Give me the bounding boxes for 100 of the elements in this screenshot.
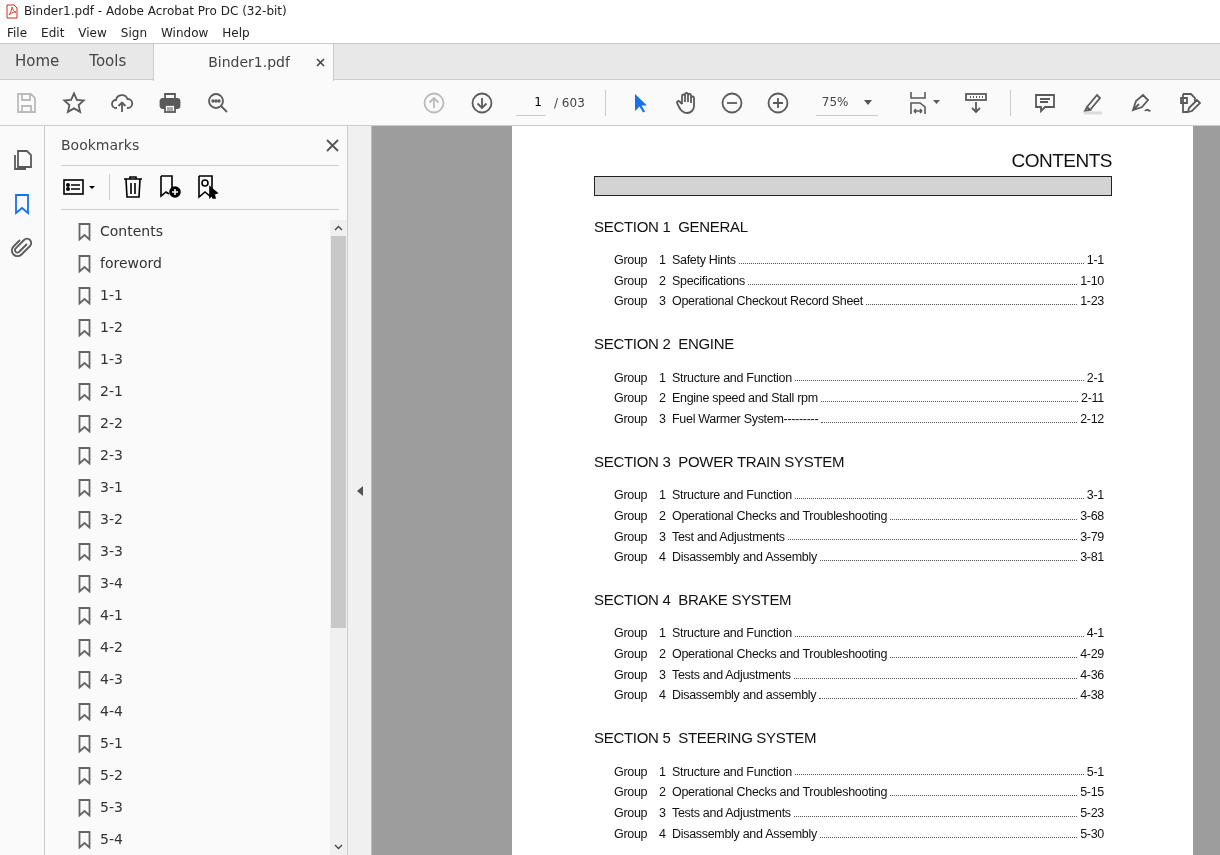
group-number: 3 xyxy=(659,805,667,822)
collapse-icon[interactable] xyxy=(356,485,363,496)
bookmark-icon xyxy=(78,574,91,593)
section-heading: SECTION 4 BRAKE SYSTEM xyxy=(594,589,793,610)
bookmark-item[interactable]: 2-2 xyxy=(45,407,330,440)
bookmark-icon xyxy=(78,638,91,657)
scrollbar-thumb[interactable] xyxy=(331,235,346,628)
window-title: Binder1.pdf - Adobe Acrobat Pro DC (32-bit) xyxy=(24,3,287,20)
section-heading: SECTION 1 GENERAL xyxy=(594,216,749,237)
bookmark-item[interactable]: 1-2 xyxy=(45,311,330,344)
menu-item[interactable]: Sign xyxy=(120,23,147,42)
save-icon xyxy=(14,90,38,115)
group-number: 2 xyxy=(659,784,667,802)
bookmark-icon xyxy=(78,702,91,721)
page-reference: 3-1 xyxy=(1086,487,1104,505)
bookmark-icon xyxy=(78,510,91,529)
bookmark-icon xyxy=(78,446,91,465)
group-number: 2 xyxy=(659,390,667,408)
bookmark-item[interactable]: 2-1 xyxy=(45,375,330,408)
group-label: Group xyxy=(614,687,649,705)
group-title: Specifications xyxy=(672,272,745,290)
bookmark-item[interactable]: Contents xyxy=(45,215,330,248)
group-number: 4 xyxy=(659,687,667,705)
bookmark-icon xyxy=(78,542,91,561)
group-number: 4 xyxy=(659,825,667,843)
page-number-field[interactable]: 1 xyxy=(516,89,546,116)
page-reference: 3-68 xyxy=(1080,507,1104,525)
group-label: Group xyxy=(614,784,649,802)
group-label: Group xyxy=(614,528,649,546)
bookmark-item[interactable]: 4-4 xyxy=(45,695,330,728)
group-title: Structure and Function xyxy=(672,625,792,643)
close-icon[interactable] xyxy=(316,58,326,67)
bookmark-icon xyxy=(78,670,91,689)
group-label: Group xyxy=(614,272,649,290)
arrow-down-icon xyxy=(470,90,494,115)
group-label: Group xyxy=(614,410,649,428)
scroll-mode-icon xyxy=(963,90,988,115)
page-reference: 1-1 xyxy=(1086,252,1104,269)
bookmark-item[interactable]: 1-1 xyxy=(45,279,330,312)
group-number: 1 xyxy=(659,625,667,643)
bookmark-item[interactable]: 3-1 xyxy=(45,471,330,504)
group-title: Operational Checks and Troubleshooting xyxy=(672,507,888,525)
menu-item[interactable]: View xyxy=(78,23,107,42)
paperclip-icon xyxy=(10,236,34,260)
caret-icon xyxy=(863,99,872,105)
search-icon xyxy=(206,90,230,115)
star-icon xyxy=(62,90,86,115)
bookmark-item[interactable]: 4-1 xyxy=(45,599,330,632)
group-label: Group xyxy=(614,805,649,822)
page-heading: CONTENTS xyxy=(1010,149,1112,173)
scroll-down-icon[interactable] xyxy=(334,844,343,850)
page-reference: 5-15 xyxy=(1080,784,1104,802)
page-reference: 5-30 xyxy=(1080,825,1104,843)
page-reference: 3-79 xyxy=(1080,528,1104,546)
bookmark-item[interactable]: 3-4 xyxy=(45,567,330,600)
bookmark-item[interactable]: 4-2 xyxy=(45,631,330,664)
bookmark-item[interactable]: 5-1 xyxy=(45,727,330,760)
bookmark-item[interactable]: 4-3 xyxy=(45,663,330,696)
scroll-up-icon[interactable] xyxy=(334,224,343,231)
bookmark-item[interactable]: 5-3 xyxy=(45,791,330,824)
group-number: 1 xyxy=(659,487,667,505)
tab-label: Binder1.pdf xyxy=(208,53,290,72)
group-label: Group xyxy=(614,390,649,408)
menu-item[interactable]: Window xyxy=(161,23,209,42)
group-number: 3 xyxy=(659,666,667,684)
menu-item[interactable]: File xyxy=(7,23,28,42)
group-label: Group xyxy=(614,625,649,643)
bookmark-item[interactable]: 2-3 xyxy=(45,439,330,472)
page-reference: 1-10 xyxy=(1080,272,1104,290)
bookmark-item[interactable]: 5-2 xyxy=(45,759,330,792)
tab[interactable]: Tools xyxy=(74,44,142,79)
group-title: Operational Checkout Record Sheet xyxy=(672,293,863,311)
group-title: Structure and Function xyxy=(672,763,792,781)
bookmark-item[interactable]: 5-4 xyxy=(45,823,330,855)
pdf-file-icon xyxy=(6,3,18,19)
group-number: 4 xyxy=(659,549,667,567)
page-reference: 5-1 xyxy=(1086,763,1104,781)
page-count: / 603 xyxy=(554,94,585,112)
zoom-dropdown[interactable]: 75% xyxy=(815,89,878,116)
menu-item[interactable]: Help xyxy=(222,23,250,42)
tab[interactable]: Home xyxy=(0,44,75,79)
zoom-in-icon xyxy=(765,90,790,115)
group-title: Fuel Warmer System--------- xyxy=(672,410,819,428)
bookmark-item[interactable]: foreword xyxy=(45,247,330,280)
page-reference: 1-23 xyxy=(1080,293,1104,311)
bookmark-icon xyxy=(78,734,91,753)
page-reference: 3-81 xyxy=(1080,549,1104,567)
scrollbar[interactable] xyxy=(330,219,347,855)
page-reference: 4-29 xyxy=(1080,646,1104,664)
document-tab[interactable]: Binder1.pdf xyxy=(153,44,335,81)
close-icon[interactable] xyxy=(326,138,339,152)
bookmark-item[interactable]: 3-2 xyxy=(45,503,330,536)
bookmark-item[interactable]: 3-3 xyxy=(45,535,330,568)
menu-item[interactable]: Edit xyxy=(41,23,65,42)
group-label: Group xyxy=(614,252,649,269)
group-label: Group xyxy=(614,487,649,505)
bookmark-item[interactable]: 1-3 xyxy=(45,343,330,376)
list-options-icon xyxy=(63,177,97,198)
bookmark-icon xyxy=(78,478,91,497)
group-label: Group xyxy=(614,825,649,843)
